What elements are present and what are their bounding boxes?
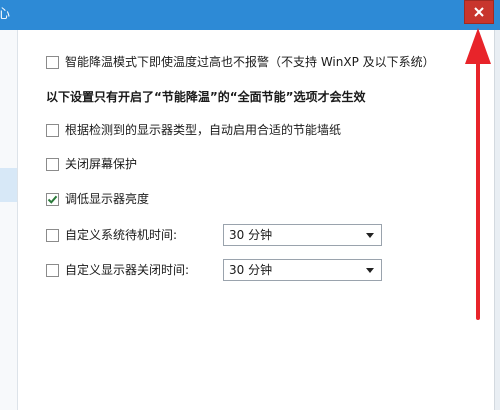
window-title: 心 (0, 7, 11, 22)
title-bar: 心 (0, 0, 500, 30)
wallpaper-label: 根据检测到的显示器类型，自动启用合适的节能墙纸 (65, 123, 342, 137)
screensaver-checkbox[interactable] (46, 157, 59, 171)
no-alarm-checkbox[interactable] (46, 55, 59, 69)
standby-checkbox[interactable] (46, 228, 59, 242)
dim-label: 调低显示器亮度 (65, 192, 150, 206)
close-button[interactable] (464, 0, 494, 24)
chevron-down-icon (366, 268, 374, 273)
option-dim-brightness[interactable]: 调低显示器亮度 (46, 190, 149, 208)
monitor-off-select-value: 30 分钟 (229, 263, 273, 277)
option-no-alarm[interactable]: 智能降温模式下即使温度过高也不报警（不支持 WinXP 及以下系统） (46, 53, 435, 71)
standby-select[interactable]: 30 分钟 (223, 224, 382, 246)
standby-label: 自定义系统待机时间: (65, 228, 178, 242)
option-standby[interactable]: 自定义系统待机时间: (46, 226, 177, 244)
scrollbar-track[interactable] (494, 30, 500, 410)
monitor-off-select[interactable]: 30 分钟 (223, 259, 382, 281)
monitor-off-label: 自定义显示器关闭时间: (65, 263, 190, 277)
wallpaper-checkbox[interactable] (46, 123, 59, 137)
section-heading: 以下设置只有开启了“节能降温”的“全面节能”选项才会生效 (46, 90, 366, 104)
chevron-down-icon (366, 233, 374, 238)
close-icon (474, 7, 484, 17)
sidebar-item-selected[interactable] (0, 168, 17, 202)
option-screensaver[interactable]: 关闭屏幕保护 (46, 155, 137, 173)
option-wallpaper[interactable]: 根据检测到的显示器类型，自动启用合适的节能墙纸 (46, 121, 341, 139)
monitor-off-checkbox[interactable] (46, 263, 59, 277)
standby-select-value: 30 分钟 (229, 228, 273, 242)
screensaver-label: 关闭屏幕保护 (65, 157, 138, 171)
checkmark-icon (47, 195, 58, 204)
sidebar (0, 30, 18, 410)
option-monitor-off[interactable]: 自定义显示器关闭时间: (46, 261, 189, 279)
no-alarm-label: 智能降温模式下即使温度过高也不报警（不支持 WinXP 及以下系统） (65, 55, 435, 69)
dim-checkbox[interactable] (46, 192, 59, 206)
